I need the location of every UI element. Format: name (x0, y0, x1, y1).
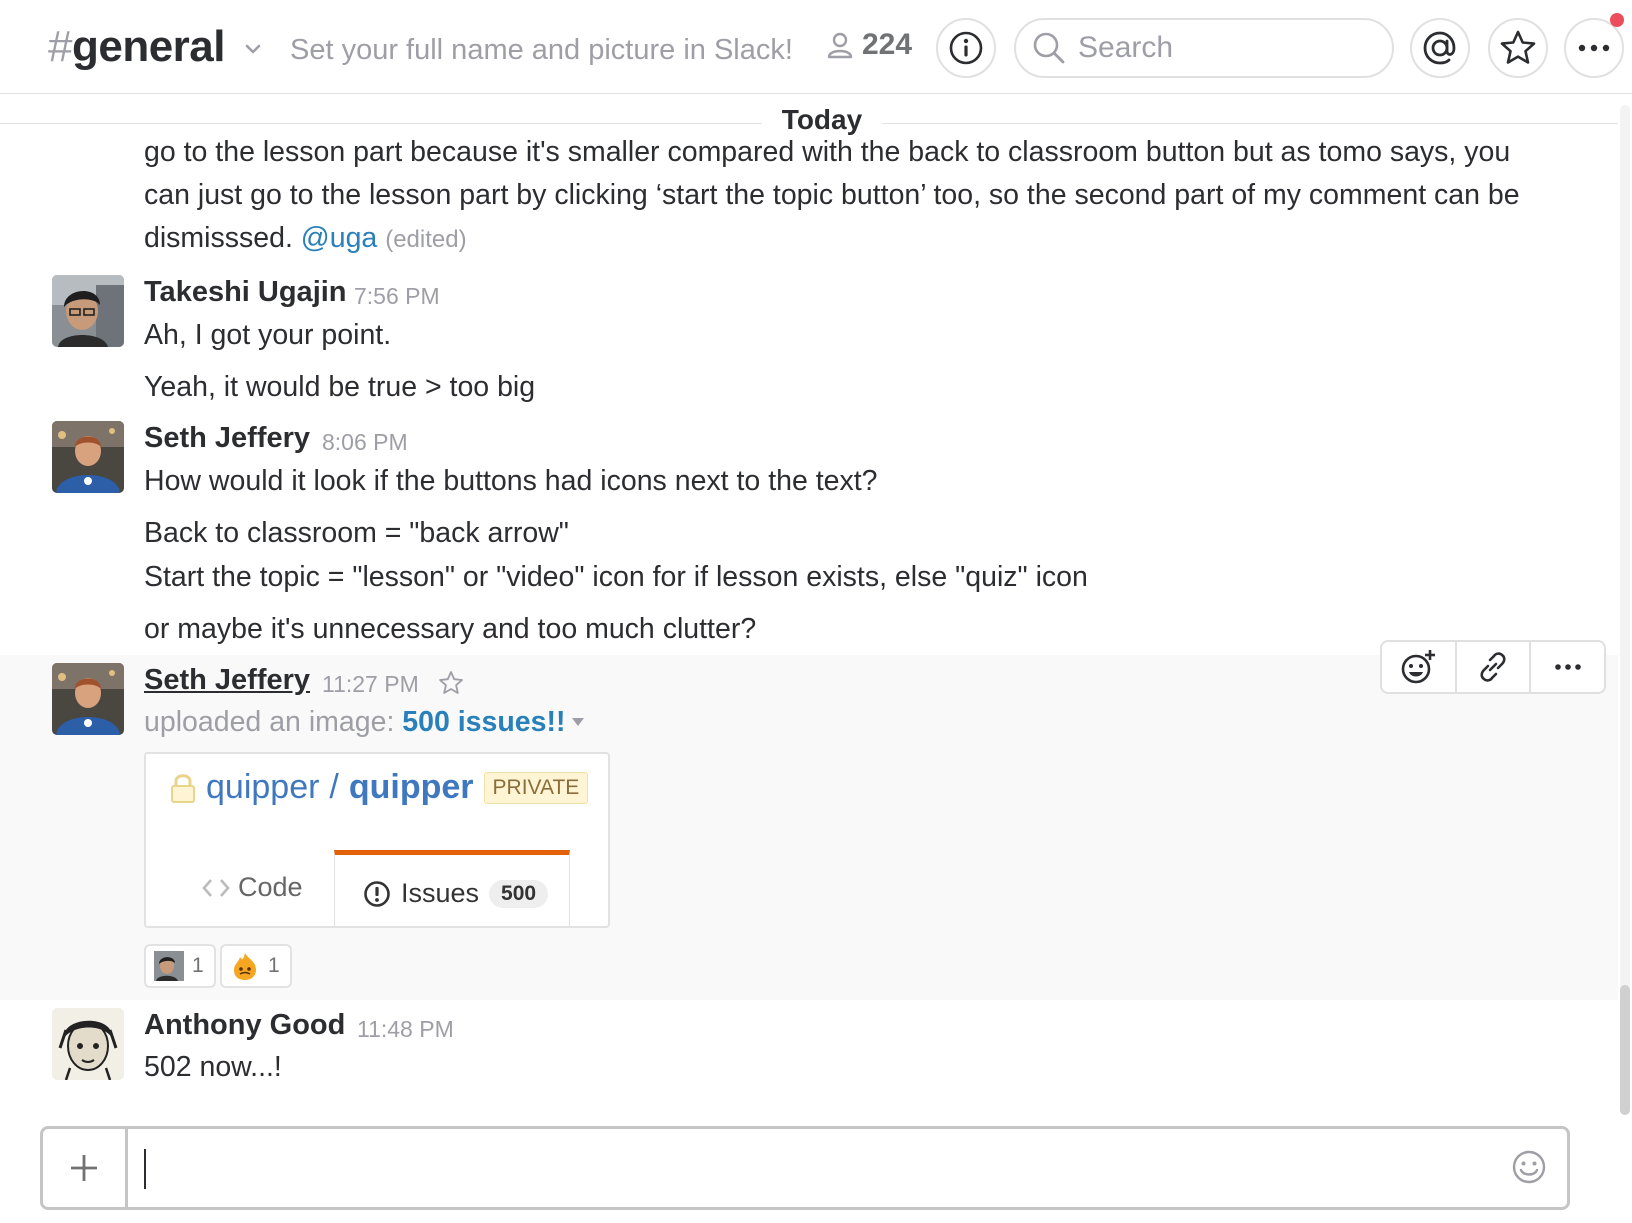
avatar[interactable] (52, 275, 124, 347)
emoji-icon[interactable] (1511, 1149, 1547, 1185)
star-icon (1500, 30, 1536, 64)
message-timestamp[interactable]: 11:48 PM (357, 1016, 454, 1043)
message-text: dismisssed. (144, 222, 293, 254)
scrollbar-thumb[interactable] (1620, 985, 1630, 1115)
chevron-down-icon[interactable] (242, 38, 264, 60)
message-text: go to the lesson part because it's small… (144, 136, 1511, 168)
text-cursor (144, 1149, 146, 1189)
message-text: How would it look if the buttons had ico… (144, 465, 878, 497)
code-icon (202, 878, 230, 897)
message-text: Ah, I got your point. (144, 319, 392, 351)
mentions-button[interactable] (1410, 18, 1470, 78)
message-text: Yeah, it would be true > too big (144, 371, 536, 403)
upload-prefix: uploaded an image: (144, 706, 395, 738)
star-icon[interactable] (438, 670, 464, 696)
caret-down-icon[interactable] (570, 716, 586, 728)
message-sender[interactable]: Seth Jeffery (144, 664, 310, 697)
channel-header: # general Set your full name and picture … (0, 0, 1632, 94)
message-text: Start the topic = "lesson" or "video" ic… (144, 561, 1088, 593)
avatar[interactable] (52, 421, 124, 493)
reaction-pill[interactable]: 1 (220, 944, 292, 988)
message-timestamp[interactable]: 11:27 PM (322, 671, 419, 698)
message-timestamp[interactable]: 7:56 PM (354, 283, 440, 310)
message-sender[interactable]: Seth Jeffery (144, 422, 310, 455)
attach-button[interactable] (43, 1129, 128, 1207)
tab-code: Code (202, 872, 303, 903)
member-icon (827, 32, 853, 59)
member-count-button[interactable]: 224 (826, 28, 912, 62)
message-text: Back to classroom = "back arrow" (144, 517, 569, 549)
message-timestamp[interactable]: 8:06 PM (322, 429, 408, 456)
more-menu-button[interactable] (1564, 18, 1624, 78)
image-preview[interactable]: quipper / quipper PRIVATE Code Issues 50… (144, 752, 610, 928)
repo-header: quipper / quipper PRIVATE (170, 768, 589, 807)
repo-separator: / (329, 768, 339, 806)
tab-code-label: Code (238, 872, 303, 902)
message-text: 502 now...! (144, 1051, 282, 1083)
message-input[interactable] (143, 1143, 1443, 1193)
channel-name[interactable]: # general (48, 22, 226, 72)
channel-title: general (71, 22, 226, 71)
issues-counter: 500 (489, 879, 549, 908)
avatar[interactable] (52, 663, 124, 735)
private-badge: PRIVATE (483, 771, 589, 804)
search-box[interactable] (1014, 18, 1394, 78)
link-icon (1480, 652, 1506, 682)
channel-info-button[interactable] (936, 18, 996, 78)
custom-avatar-emoji-icon (154, 951, 184, 981)
more-actions-icon (1554, 664, 1581, 670)
repo-name: quipper (348, 768, 474, 806)
channel-topic[interactable]: Set your full name and picture in Slack! (290, 34, 793, 67)
copy-link-button[interactable] (1457, 642, 1532, 692)
starred-button[interactable] (1488, 18, 1548, 78)
member-count: 224 (862, 28, 913, 61)
channel-hash: # (48, 22, 72, 71)
info-icon (949, 31, 983, 65)
fire-face-emoji-icon (234, 953, 256, 980)
plus-icon (71, 1155, 97, 1181)
search-icon (1033, 32, 1065, 64)
notification-dot (1610, 13, 1624, 27)
message-sender[interactable]: Takeshi Ugajin (144, 276, 347, 309)
reaction-pill[interactable]: 1 (144, 944, 216, 988)
add-reaction-button[interactable] (1382, 642, 1457, 692)
reaction-count: 1 (268, 954, 280, 977)
edited-label: (edited) (385, 226, 467, 253)
day-divider-label: Today (762, 104, 882, 136)
repo-owner: quipper (206, 768, 320, 806)
more-actions-button[interactable] (1531, 642, 1604, 692)
message-actions (1380, 640, 1606, 694)
scroll-track[interactable] (1620, 105, 1630, 1115)
message-composer (40, 1126, 1570, 1210)
message-sender[interactable]: Anthony Good (144, 1009, 345, 1042)
user-mention[interactable]: @uga (301, 222, 377, 254)
avatar[interactable] (52, 1008, 124, 1080)
message-text: can just go to the lesson part by clicki… (144, 179, 1520, 211)
reaction-count: 1 (192, 954, 204, 977)
lock-icon (171, 773, 195, 803)
message-text: or maybe it's unnecessary and too much c… (144, 613, 757, 645)
upload-line: uploaded an image: 500 issues!! (144, 700, 565, 744)
issue-icon (364, 880, 390, 907)
file-title-link[interactable]: 500 issues!! (402, 706, 565, 738)
at-mention-icon (1423, 31, 1456, 65)
add-reaction-icon (1402, 650, 1436, 684)
search-input[interactable] (1078, 31, 1378, 65)
more-icon (1578, 44, 1610, 52)
tab-issues-label: Issues (401, 878, 480, 908)
tab-issues: Issues 500 (334, 850, 570, 926)
message-text-final: dismisssed. @uga (edited) (144, 216, 467, 262)
